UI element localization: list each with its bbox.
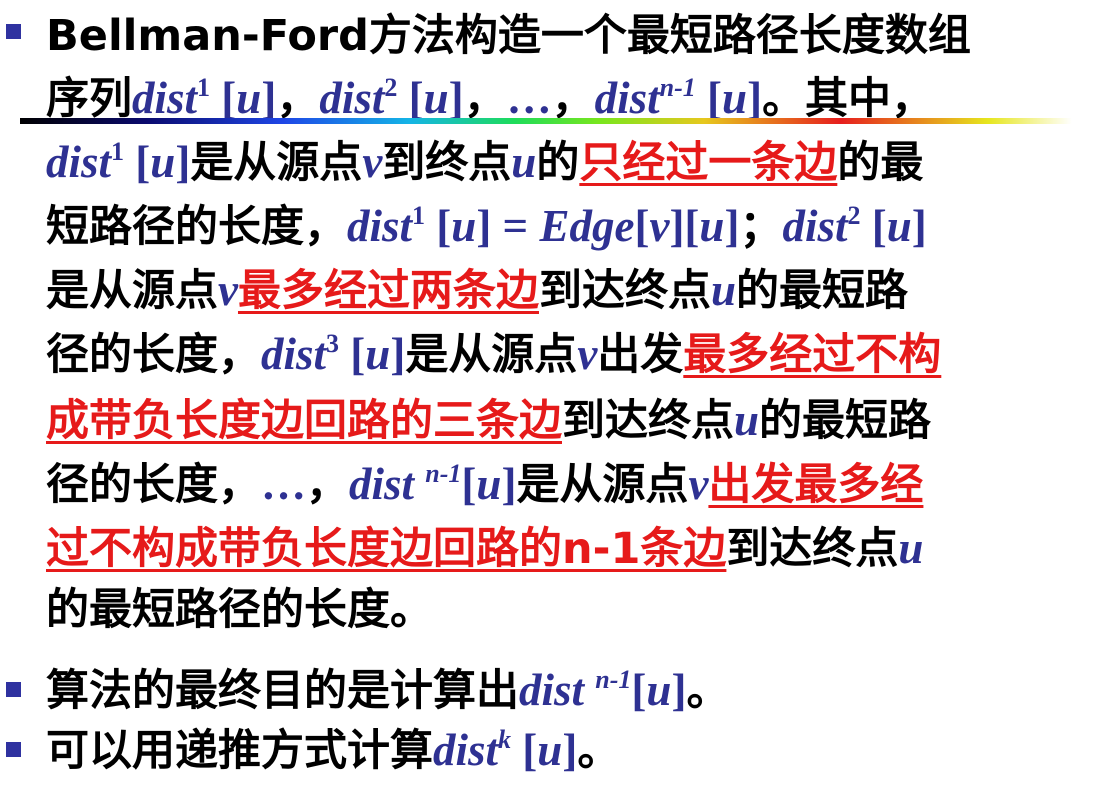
math-dist1-edge-eq: dist1 [u] = Edge[v][u] [347, 201, 740, 251]
bullet-2-line: 算法的最终目的是计算出dist n-1[u]。 [46, 662, 729, 725]
line-text: 是从源点 [46, 266, 218, 316]
recursive-compute-text: 可以用递推方式计算 [46, 726, 433, 776]
period: 。 [577, 726, 621, 776]
line-text: 的最短路 [736, 266, 909, 316]
line-text: 短路径的长度， [46, 202, 347, 252]
highlight-one-edge: 只经过一条边 [579, 138, 838, 188]
bullet-1-line-10: 的最短路径的长度。 [46, 582, 433, 638]
line-text: 出发 [597, 330, 684, 380]
line-text: 的 [536, 138, 580, 188]
math-dist2-u: dist2 [u] [782, 201, 927, 251]
bullet-2 [6, 682, 21, 697]
math-distn1-u: dist n-1[u] [519, 665, 687, 715]
line-text: 到终点 [382, 138, 512, 188]
math-v: v [362, 137, 383, 187]
highlight-two-edges: 最多经过两条边 [237, 266, 539, 316]
math-u: u [710, 265, 737, 315]
line-text: 是从源点 [516, 460, 689, 510]
period: 。 [686, 666, 730, 716]
bullet-1-line-6: 径的长度，dist3 [u]是从源点v出发最多经过不构 [46, 326, 941, 389]
line-text: 径的长度， [46, 460, 261, 510]
among-them-text: 。其中， [762, 74, 935, 124]
bullet-1-line-8: 径的长度，…，dist n-1[u]是从源点v出发最多经 [46, 456, 923, 519]
bullet-1-line-9: 过不构成带负长度边回路的n-1条边到达终点u [46, 520, 923, 577]
line-text: 径的长度， [46, 330, 261, 380]
bellman-ford-intro-text: Bellman-Ford方法构造一个最短路径长度数组 [46, 11, 971, 61]
rainbow-divider [20, 118, 1072, 124]
math-v: v [688, 459, 709, 509]
bullet-3-line: 可以用递推方式计算distk [u]。 [46, 722, 620, 785]
highlight-three-edges-part1: 最多经过不构 [683, 330, 942, 380]
comma: ， [276, 74, 320, 124]
bullet-3 [6, 742, 21, 757]
bullet-1-line-4: 短路径的长度，dist1 [u] = Edge[v][u]；dist2 [u] [46, 198, 927, 261]
sequence-text: 序列 [46, 74, 132, 124]
comma: ， [463, 74, 507, 124]
ellipsis: … [506, 73, 552, 123]
math-distn1-u: distn-1 [u] [594, 73, 763, 123]
bullet-1-line-5: 是从源点v最多经过两条边到达终点u的最短路 [46, 262, 908, 319]
math-u: u [734, 395, 760, 445]
line-text: 到达终点 [538, 266, 711, 316]
bullet-1 [6, 24, 21, 39]
math-v: v [577, 329, 598, 379]
bullet-1-line-1: Bellman-Ford方法构造一个最短路径长度数组 [46, 8, 971, 64]
math-distk-u: distk [u] [433, 725, 578, 775]
bullet-1-line-3: dist1 [u]是从源点v到终点u的只经过一条边的最 [46, 134, 923, 197]
math-distn1-u: dist n-1[u] [349, 459, 517, 509]
math-dist2-u: dist2 [u] [319, 73, 464, 123]
highlight-n1-edges-part1: 出发最多经 [708, 460, 924, 510]
line-text: 到达终点 [726, 524, 899, 574]
line-text: 到达终点 [562, 396, 734, 446]
comma: ， [551, 74, 595, 124]
highlight-n1-edges-part2: 过不构成带负长度边回路的n-1条边 [46, 524, 727, 574]
math-dist1-u: dist1 [u] [132, 73, 277, 123]
line-text: 是从源点 [405, 330, 578, 380]
semicolon: ； [739, 202, 783, 252]
ellipsis: … [261, 459, 306, 509]
comma: ， [306, 460, 349, 510]
line-text: 的最短路 [759, 396, 932, 446]
math-dist1-u: dist1 [u] [46, 137, 191, 187]
final-goal-text: 算法的最终目的是计算出 [46, 666, 519, 716]
math-v: v [218, 265, 238, 315]
bullet-1-line-7: 成带负长度边回路的三条边到达终点u的最短路 [46, 392, 931, 449]
line-text: 的最 [837, 138, 924, 188]
math-u: u [898, 523, 924, 573]
math-dist3-u: dist3 [u] [261, 329, 406, 379]
line-text: 是从源点 [190, 138, 363, 188]
math-u: u [511, 137, 537, 187]
line-text: 的最短路径的长度。 [46, 585, 433, 635]
highlight-three-edges-part2: 成带负长度边回路的三条边 [46, 396, 562, 446]
